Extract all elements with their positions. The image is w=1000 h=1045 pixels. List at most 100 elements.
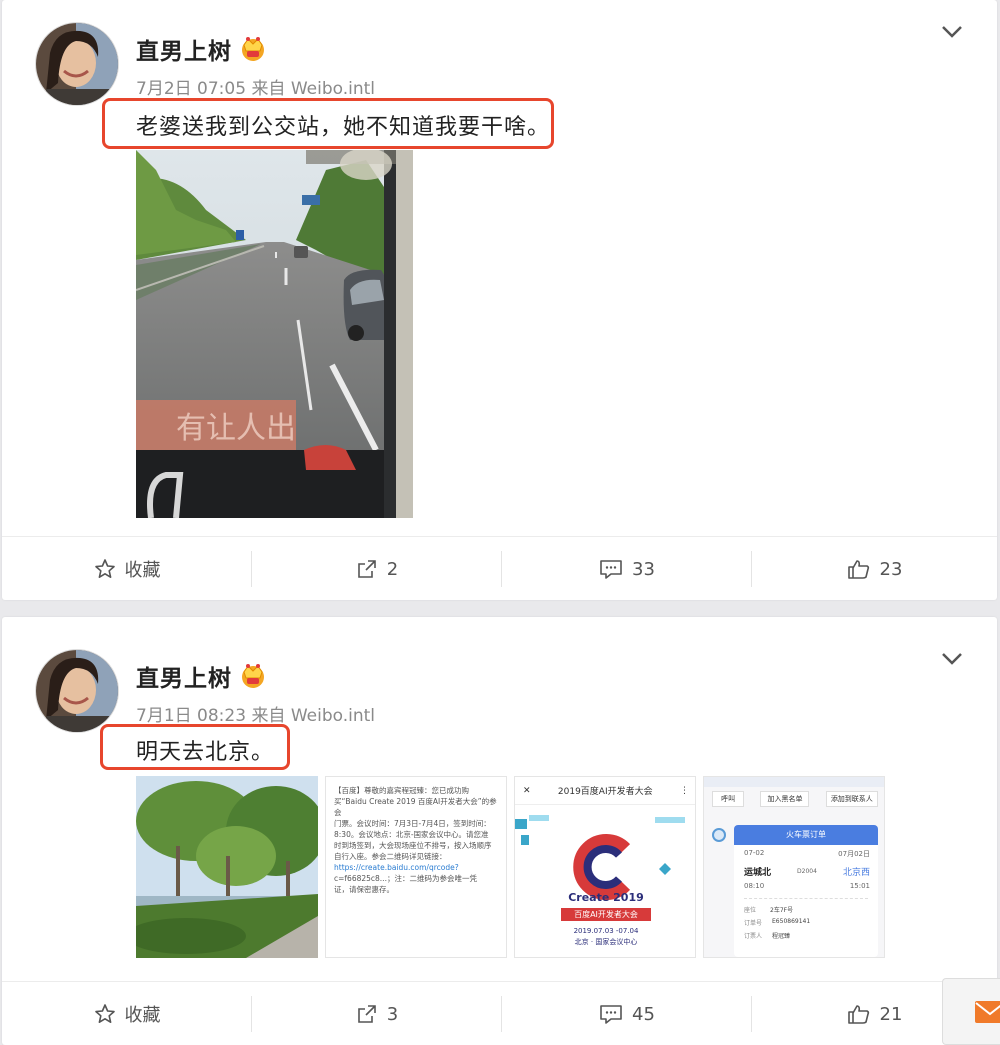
ticket-title: 火车票订单 (734, 825, 878, 845)
event-tagline: 百度AI开发者大会 (561, 908, 651, 921)
ticket-times: 08:10 15:01 (734, 878, 878, 890)
post-source[interactable]: Weibo.intl (291, 706, 375, 726)
like-count: 21 (879, 1003, 903, 1025)
ticket-detail-row: 座位 2车7F号 (734, 903, 878, 916)
ticket-to: 北京西 (842, 868, 870, 878)
event-brand: Create 2019 (568, 891, 644, 904)
chevron-down-icon[interactable] (941, 652, 963, 666)
ticket-value: 2车7F号 (770, 907, 794, 914)
ticket-detail-row: 订票人 程冠臻 (734, 929, 878, 942)
ticket-date: 07月02日 (838, 850, 870, 858)
repost-count: 2 (386, 558, 399, 580)
like-count: 23 (879, 558, 903, 580)
ticket-dates: 07-02 07月02日 (734, 845, 878, 859)
ticket-value: 程冠臻 (772, 933, 791, 940)
favorite-button[interactable]: 收藏 (2, 982, 252, 1045)
ticket-arrive: 15:01 (849, 882, 870, 890)
sms-line: 自行入座。参会二维码详见链接： (334, 852, 447, 861)
repost-button[interactable]: 3 (252, 982, 502, 1045)
crown-badge-icon (242, 37, 264, 61)
ticket-label: 订票人 (744, 933, 763, 940)
star-icon (94, 559, 115, 578)
ticket-card: 火车票订单 07-02 07月02日 运城北 D2004 北京西 08:10 1… (734, 825, 878, 957)
post-photo-road[interactable]: 有让人出 (136, 150, 413, 518)
star-icon (94, 1004, 115, 1023)
repost-count: 3 (386, 1003, 399, 1025)
post-photo-sms-screenshot[interactable]: 【百度】尊敬的嘉宾程冠臻：您已成功购 买“Baidu Create 2019 百… (325, 776, 507, 958)
post-source[interactable]: Weibo.intl (291, 79, 375, 99)
post-photo-event-screenshot[interactable]: ✕ 2019百度AI开发者大会 ⋮ Create 2019 百度AI开发者大会 … (514, 776, 696, 958)
post-photo-ticket-screenshot[interactable]: 呼叫 加入黑名单 添加到联系人 火车票订单 07-02 07月02日 运城北 D… (703, 776, 885, 958)
user-avatar[interactable] (35, 649, 119, 733)
sms-line: 买“Baidu Create 2019 百度AI开发者大会”的参会 (334, 797, 497, 817)
event-venue: 北京 · 国家会议中心 (574, 938, 638, 946)
sms-line: c=f66825c8...；注：二维码为参会唯一凭 (334, 874, 477, 883)
chevron-down-icon[interactable] (941, 25, 963, 39)
weibo-post-card: 直男上树 7月2日 07:05 来自 Weibo.intl 老婆送我到公交站，她… (2, 0, 997, 600)
post-meta: 7月2日 07:05 来自 Weibo.intl (136, 74, 375, 99)
event-dates: 2019.07.03 -07.04 (573, 927, 639, 935)
share-icon (357, 1005, 376, 1023)
post-meta: 7月1日 08:23 来自 Weibo.intl (136, 701, 375, 726)
post-timestamp: 7月1日 08:23 (136, 706, 247, 726)
comment-button[interactable]: 33 (502, 537, 752, 601)
post-action-bar: 收藏 3 45 21 (2, 981, 997, 1045)
blacklist-button: 加入黑名单 (760, 791, 810, 807)
svg-text:有让人出: 有让人出 (176, 411, 296, 446)
post-action-bar: 收藏 2 33 23 (2, 536, 997, 600)
post-username[interactable]: 直男上树 (136, 32, 232, 66)
ticket-date: 07-02 (744, 849, 765, 857)
sms-link: https://create.baidu.com/qrcode? (334, 863, 459, 872)
close-icon: ✕ (523, 785, 531, 796)
favorite-label: 收藏 (124, 1005, 161, 1026)
comment-button[interactable]: 45 (502, 982, 752, 1045)
sms-line: 【百度】尊敬的嘉宾程冠臻：您已成功购 (334, 786, 469, 795)
post-source-prefix: 来自 (251, 79, 286, 99)
sms-text: 【百度】尊敬的嘉宾程冠臻：您已成功购 买“Baidu Create 2019 百… (326, 777, 506, 903)
post-username[interactable]: 直男上树 (136, 659, 232, 693)
ticket-from: 运城北 (744, 868, 772, 878)
post-text: 明天去北京。 (136, 740, 275, 765)
ticket-topbar (704, 777, 884, 787)
ticket-detail-row: 订单号 E650869141 (734, 916, 878, 929)
event-header: ✕ 2019百度AI开发者大会 ⋮ (515, 777, 695, 805)
message-float-button[interactable] (942, 978, 1000, 1045)
post-text: 老婆送我到公交站，她不知道我要干啥。 (136, 115, 551, 140)
comment-icon (600, 560, 622, 579)
comment-count: 33 (632, 558, 655, 580)
menu-icon: ⋮ (679, 785, 689, 796)
thumbs-up-icon (847, 560, 869, 579)
user-avatar[interactable] (35, 22, 119, 106)
event-header-title: 2019百度AI开发者大会 (557, 787, 653, 797)
sms-line: 门票。会议时间：7月3日-7月4日，签到时间： (334, 819, 491, 828)
weibo-post-card: 直男上树 7月1日 08:23 来自 Weibo.intl 明天去北京。 【百度… (2, 617, 997, 1045)
ticket-train: D2004 (797, 868, 817, 875)
thumbs-up-icon (847, 1005, 869, 1024)
repost-button[interactable]: 2 (252, 537, 502, 601)
sms-line: 时到场签到，大会现场座位不排号，按入场顺序 (334, 841, 492, 850)
ticket-top-actions: 呼叫 加入黑名单 添加到联系人 (704, 791, 884, 807)
sms-line: 证，请保密惠存。 (334, 885, 394, 894)
sms-line: 8:30。会议地点：北京-国家会议中心。请您准 (334, 830, 489, 839)
ticket-label: 订单号 (744, 920, 763, 927)
favorite-button[interactable]: 收藏 (2, 537, 252, 601)
ticket-route: 运城北 D2004 北京西 (734, 859, 878, 878)
comment-count: 45 (632, 1003, 655, 1025)
call-button: 呼叫 (712, 791, 745, 807)
crown-badge-icon (242, 664, 264, 688)
mail-icon (975, 1001, 1000, 1023)
favorite-label: 收藏 (124, 560, 161, 581)
comment-icon (600, 1005, 622, 1024)
create-logo (515, 815, 685, 900)
add-contact-button: 添加到联系人 (825, 791, 878, 807)
ticket-value: E650869141 (772, 918, 811, 925)
post-timestamp: 7月2日 07:05 (136, 79, 247, 99)
like-button[interactable]: 23 (752, 537, 997, 601)
ticket-depart: 08:10 (744, 882, 765, 890)
post-source-prefix: 来自 (251, 706, 286, 726)
share-icon (357, 560, 376, 578)
ticket-separator (744, 898, 868, 899)
ticket-label: 座位 (744, 907, 757, 914)
post-photo-park[interactable] (136, 776, 318, 958)
ticket-avatar-icon (712, 828, 726, 842)
